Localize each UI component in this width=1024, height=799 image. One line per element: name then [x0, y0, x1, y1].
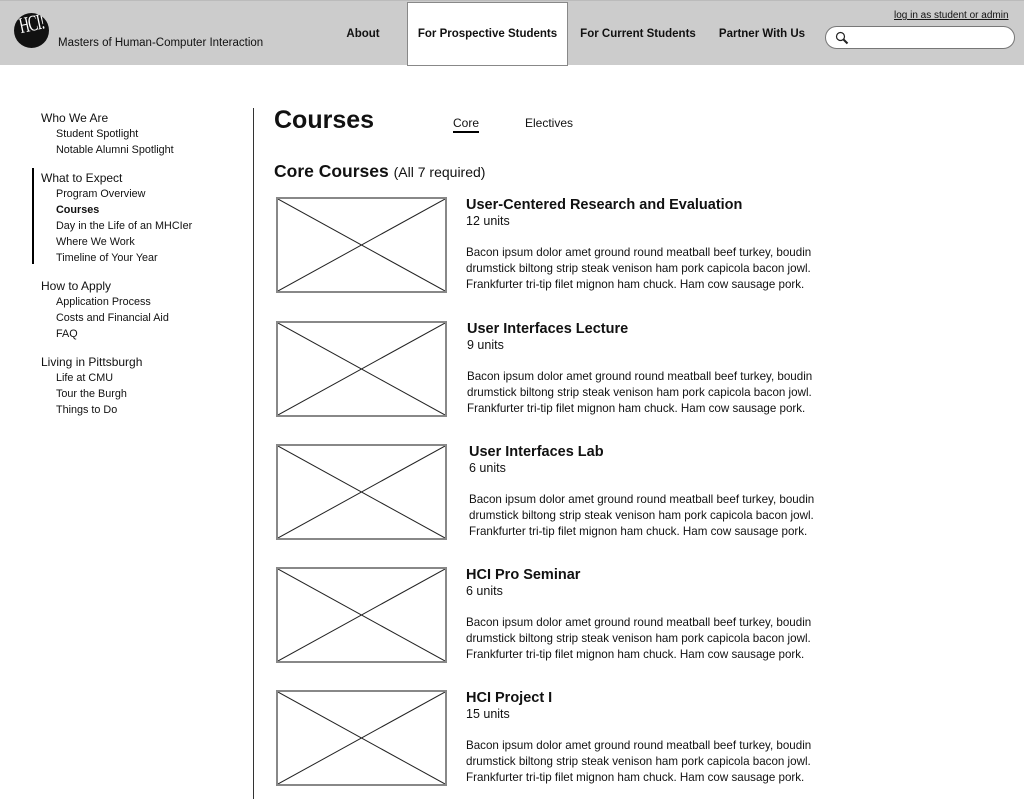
sidebar-group-how-to-apply: How to Apply Application Process Costs a… [0, 278, 250, 342]
sidebar-item-program-overview[interactable]: Program Overview [0, 186, 250, 202]
nav-current-students-label: For Current Students [580, 28, 696, 40]
hci-logo-icon[interactable]: HCI! [14, 13, 49, 48]
course-units: 12 units [466, 214, 510, 228]
sidebar-item-how-to-apply[interactable]: How to Apply [0, 278, 250, 294]
sidebar-item-application-process[interactable]: Application Process [0, 294, 250, 310]
section-heading-title: Core Courses [274, 161, 389, 181]
sidebar-item-day-in-the-life[interactable]: Day in the Life of an MHCIer [0, 218, 250, 234]
logo-text: HCI! [17, 13, 47, 40]
nav-partner-with-us-label: Partner With Us [718, 28, 806, 40]
sidebar-item-faq[interactable]: FAQ [0, 326, 250, 342]
nav-current-students[interactable]: For Current Students [570, 2, 706, 66]
image-placeholder-icon [276, 321, 447, 417]
course-description: Bacon ipsum dolor amet ground round meat… [466, 246, 812, 291]
course-item: User-Centered Research and Evaluation 12… [276, 197, 836, 293]
course-units: 15 units [466, 707, 510, 721]
course-info: HCI Pro Seminar 6 units Bacon ipsum dolo… [466, 567, 836, 663]
course-units: 6 units [469, 461, 506, 475]
course-item: HCI Project I 15 units Bacon ipsum dolor… [276, 690, 836, 786]
course-info: User Interfaces Lab 6 units Bacon ipsum … [469, 444, 839, 540]
nav-prospective-students-label: For Prospective Students [417, 28, 558, 40]
search-icon [835, 31, 849, 45]
section-heading-note: (All 7 required) [393, 164, 486, 180]
course-info: HCI Project I 15 units Bacon ipsum dolor… [466, 690, 836, 786]
image-placeholder-icon [276, 567, 447, 663]
course-name[interactable]: User Interfaces Lecture [467, 321, 837, 337]
image-placeholder-icon [276, 197, 447, 293]
sidebar-item-courses[interactable]: Courses [0, 202, 250, 218]
course-info: User-Centered Research and Evaluation 12… [466, 197, 836, 293]
course-name[interactable]: User-Centered Research and Evaluation [466, 197, 836, 213]
nav-about-label: About [346, 28, 380, 40]
sidebar-nav: Who We Are Student Spotlight Notable Alu… [0, 108, 250, 430]
course-description: Bacon ipsum dolor amet ground round meat… [466, 616, 812, 661]
course-item: HCI Pro Seminar 6 units Bacon ipsum dolo… [276, 567, 836, 663]
course-info: User Interfaces Lecture 9 units Bacon ip… [467, 321, 837, 417]
login-link[interactable]: log in as student or admin [894, 10, 1009, 21]
image-placeholder-icon [276, 444, 447, 540]
sidebar-item-costs-and-financial-aid[interactable]: Costs and Financial Aid [0, 310, 250, 326]
site-header: HCI! Masters of Human-Computer Interacti… [0, 0, 1024, 66]
section-heading: Core Courses (All 7 required) [274, 161, 485, 182]
sidebar-item-timeline-of-your-year[interactable]: Timeline of Your Year [0, 250, 250, 266]
sidebar-item-notable-alumni-spotlight[interactable]: Notable Alumni Spotlight [0, 142, 250, 158]
course-description: Bacon ipsum dolor amet ground round meat… [466, 739, 812, 784]
nav-about[interactable]: About [330, 2, 396, 66]
sidebar-item-student-spotlight[interactable]: Student Spotlight [0, 126, 250, 142]
sidebar-item-living-in-pittsburgh[interactable]: Living in Pittsburgh [0, 354, 250, 370]
sidebar-item-what-to-expect[interactable]: What to Expect [0, 170, 250, 186]
sidebar-group-what-to-expect: What to Expect Program Overview Courses … [0, 168, 250, 266]
site-title[interactable]: Masters of Human-Computer Interaction [58, 37, 263, 49]
search-box[interactable] [825, 26, 1015, 49]
course-units: 6 units [466, 584, 503, 598]
sidebar-item-things-to-do[interactable]: Things to Do [0, 402, 250, 418]
sidebar-item-who-we-are[interactable]: Who We Are [0, 110, 250, 126]
course-description: Bacon ipsum dolor amet ground round meat… [469, 493, 815, 538]
course-name[interactable]: HCI Project I [466, 690, 836, 706]
page-title: Courses [274, 106, 375, 134]
tab-core[interactable]: Core [453, 116, 480, 133]
course-description: Bacon ipsum dolor amet ground round meat… [467, 370, 813, 415]
search-input[interactable] [854, 29, 1009, 46]
tab-electives[interactable]: Electives [525, 116, 573, 130]
course-item: User Interfaces Lecture 9 units Bacon ip… [276, 321, 836, 417]
sidebar-item-tour-the-burgh[interactable]: Tour the Burgh [0, 386, 250, 402]
course-item: User Interfaces Lab 6 units Bacon ipsum … [276, 444, 836, 540]
nav-prospective-students[interactable]: For Prospective Students [407, 2, 568, 66]
course-name[interactable]: HCI Pro Seminar [466, 567, 836, 583]
nav-partner-with-us[interactable]: Partner With Us [710, 2, 814, 66]
course-units: 9 units [467, 338, 504, 352]
sidebar-item-life-at-cmu[interactable]: Life at CMU [0, 370, 250, 386]
sidebar-divider [253, 108, 254, 799]
sidebar-group-living-in-pittsburgh: Living in Pittsburgh Life at CMU Tour th… [0, 354, 250, 418]
sidebar-group-who-we-are: Who We Are Student Spotlight Notable Alu… [0, 110, 250, 158]
course-name[interactable]: User Interfaces Lab [469, 444, 839, 460]
sidebar-item-where-we-work[interactable]: Where We Work [0, 234, 250, 250]
image-placeholder-icon [276, 690, 447, 786]
